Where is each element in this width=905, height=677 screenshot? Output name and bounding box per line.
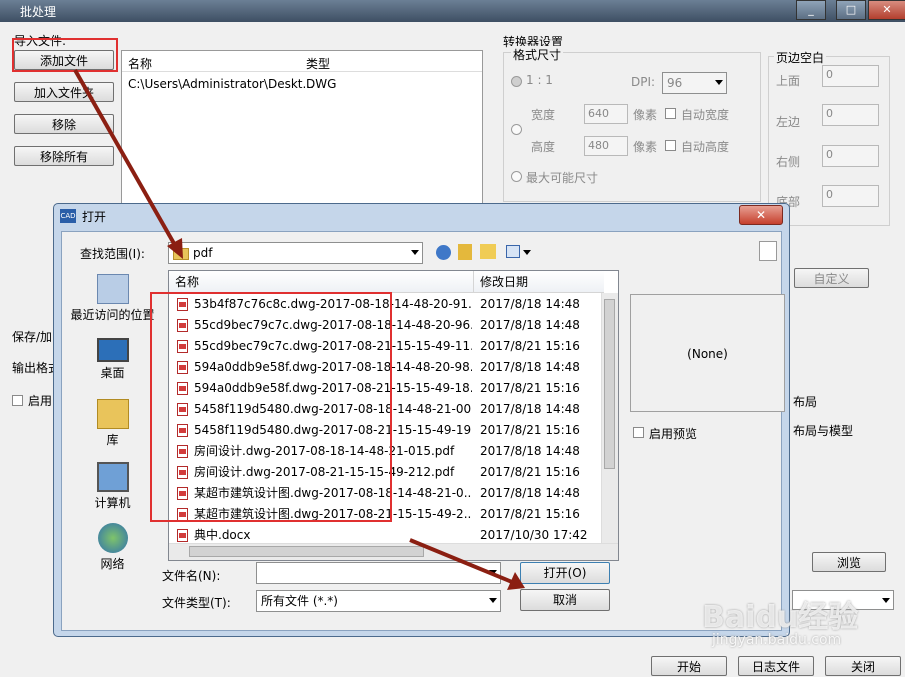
arrow-head-1 — [167, 238, 183, 259]
watermark-url: jingyan.baidu.com — [712, 632, 842, 648]
annotation-arrows — [73, 69, 525, 590]
arrow-line-2 — [409, 538, 513, 584]
arrow-line-1 — [73, 69, 178, 248]
watermark-brand: Baidu经验 — [702, 600, 859, 635]
